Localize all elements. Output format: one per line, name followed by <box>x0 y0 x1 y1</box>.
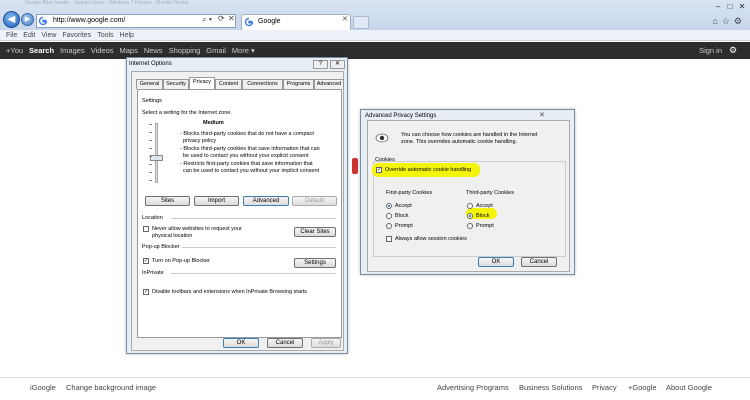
google-bar: +You Search Images Videos Maps News Shop… <box>0 42 750 59</box>
footer-business[interactable]: Business Solutions <box>519 378 582 398</box>
desc-line-6: can be used to contact you without your … <box>183 168 320 174</box>
settings-gear-icon[interactable]: ⚙ <box>729 45 741 56</box>
close-window-button[interactable]: ✕ <box>736 2 748 12</box>
inprivate-check-label: Disable toolbars and extensions when InP… <box>152 289 307 295</box>
background-tab-strip: Google Blue header · Update Users · Wind… <box>25 0 189 6</box>
never-allow-location-checkbox[interactable] <box>143 226 149 232</box>
cookie-eye-icon <box>375 133 389 143</box>
gbar-search[interactable]: Search <box>29 42 54 59</box>
menu-view[interactable]: View <box>41 30 56 41</box>
popup-divider <box>182 247 336 248</box>
tab-connections[interactable]: Connections <box>242 79 283 89</box>
back-button[interactable]: ◀ <box>3 11 20 28</box>
popup-blocker-check-label: Turn on Pop-up Blocker <box>152 258 210 264</box>
browser-chrome: Google Blue header · Update Users · Wind… <box>0 0 750 30</box>
home-icon[interactable]: ⌂ <box>712 16 721 26</box>
internet-options-dialog: Internet Options ? ✕ General Security Pr… <box>126 57 348 354</box>
cancel-button[interactable]: Cancel <box>267 338 303 348</box>
inprivate-divider <box>171 273 336 274</box>
import-button[interactable]: Import <box>194 196 239 206</box>
footer-about[interactable]: About Google <box>666 378 712 398</box>
privacy-slider-thumb[interactable] <box>150 155 163 161</box>
menu-edit[interactable]: Edit <box>23 30 35 41</box>
tools-gear-icon[interactable]: ⚙ <box>734 16 746 26</box>
stop-icon[interactable]: ✕ <box>228 14 235 23</box>
desc-line-5: - Restricts first-party cookies that sav… <box>180 161 313 167</box>
never-allow-location-label-2: physical location <box>152 233 193 239</box>
level-label: Medium <box>203 120 224 126</box>
footer-privacy[interactable]: Privacy <box>592 378 617 398</box>
apply-button[interactable]: Apply <box>311 338 341 348</box>
page-logo-fragment <box>352 158 358 174</box>
location-divider <box>171 218 336 219</box>
favorites-icon[interactable]: ☆ <box>722 16 734 26</box>
advanced-button[interactable]: Advanced <box>243 196 289 206</box>
page-footer: iGoogle Change background image Advertis… <box>0 377 750 400</box>
gbar-images[interactable]: Images <box>60 42 85 59</box>
refresh-icon[interactable]: ⟳ <box>218 14 225 23</box>
never-allow-location-label: Never allow websites to request your <box>152 226 242 232</box>
desc-line-3: - Blocks third-party cookies that save i… <box>180 146 320 152</box>
desc-line-2: privacy policy <box>183 138 217 144</box>
help-button[interactable]: ? <box>313 60 328 69</box>
toolbar-icons: ⌂☆⚙ <box>712 16 746 27</box>
forward-button[interactable]: ▶ <box>21 13 34 26</box>
popup-blocker-label: Pop-up Blocker <box>142 244 180 250</box>
desc-line-4: be used to contact you without your expl… <box>183 153 309 159</box>
window-controls: – □ ✕ <box>712 2 748 12</box>
google-tab-favicon <box>244 17 254 27</box>
menu-help[interactable]: Help <box>120 30 134 41</box>
highlight-marker-block <box>466 208 497 219</box>
tab-security[interactable]: Security <box>163 79 189 89</box>
minimize-button[interactable]: – <box>712 2 724 12</box>
advanced-privacy-dialog: Advanced Privacy Settings ✕ You can choo… <box>360 109 575 275</box>
tab-privacy[interactable]: Privacy <box>189 77 215 89</box>
ok-button[interactable]: OK <box>223 338 259 348</box>
close-button[interactable]: ✕ <box>330 60 345 69</box>
highlight-marker <box>372 163 480 177</box>
tab-google[interactable]: Google <box>241 14 351 30</box>
inprivate-label: InPrivate <box>142 270 164 276</box>
sites-button[interactable]: Sites <box>145 196 190 206</box>
menu-favorites[interactable]: Favorites <box>62 30 91 41</box>
settings-label: Settings <box>142 98 162 104</box>
intro-line-1: You can choose how cookies are handled i… <box>401 132 538 138</box>
slider-ticks <box>149 124 152 125</box>
location-label: Location <box>142 215 163 221</box>
gbar-videos[interactable]: Videos <box>91 42 114 59</box>
popup-settings-button[interactable]: Settings <box>294 258 336 268</box>
google-favicon <box>38 16 48 26</box>
menu-tools[interactable]: Tools <box>97 30 113 41</box>
tab-advanced[interactable]: Advanced <box>314 79 344 89</box>
footer-plus-google[interactable]: +Google <box>628 378 657 398</box>
close-icon[interactable]: ✕ <box>539 111 545 119</box>
footer-igoogle[interactable]: iGoogle <box>30 378 56 398</box>
zone-text: Select a setting for the Internet zone. <box>142 110 232 116</box>
maximize-button[interactable]: □ <box>724 2 736 12</box>
tab-general[interactable]: General <box>136 79 163 89</box>
default-button[interactable]: Default <box>292 196 337 206</box>
sign-in-link[interactable]: Sign in <box>699 42 722 59</box>
search-icon[interactable]: ⌕ ▾ <box>202 15 212 25</box>
popup-blocker-checkbox[interactable]: ✓ <box>143 258 149 264</box>
desc-line-1: - Blocks third-party cookies that do not… <box>180 131 314 137</box>
clear-sites-button[interactable]: Clear Sites <box>294 227 336 237</box>
inprivate-checkbox[interactable]: ✓ <box>143 289 149 295</box>
gbar-you[interactable]: +You <box>6 42 23 59</box>
menu-bar: File Edit View Favorites Tools Help <box>0 30 750 41</box>
tab-content[interactable]: Content <box>215 79 242 89</box>
new-tab-button[interactable] <box>353 16 369 29</box>
privacy-slider-track <box>155 123 158 183</box>
menu-file[interactable]: File <box>6 30 17 41</box>
tab-close-icon[interactable]: ✕ <box>342 15 348 23</box>
intro-line-2: zone. This overrides automatic cookie ha… <box>401 139 518 145</box>
dialog-title: Advanced Privacy Settings <box>365 113 437 119</box>
tab-programs[interactable]: Programs <box>283 79 314 89</box>
footer-change-background[interactable]: Change background image <box>66 378 156 398</box>
privacy-tab-page <box>137 89 342 338</box>
dialog-title: Internet Options <box>129 61 172 67</box>
footer-advertising[interactable]: Advertising Programs <box>437 378 509 398</box>
